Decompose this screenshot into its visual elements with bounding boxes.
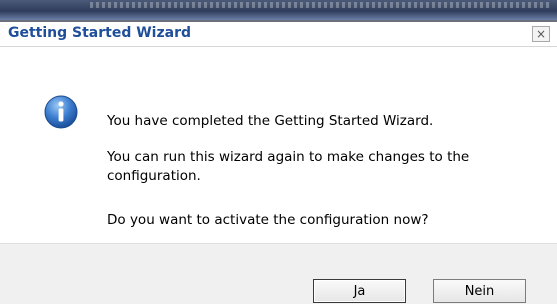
rerun-message-line-2: configuration.: [107, 168, 201, 184]
background-window-strip: [0, 0, 557, 20]
activate-question: Do you want to activate the configuratio…: [107, 212, 429, 228]
close-button[interactable]: ×: [532, 26, 550, 42]
dialog-content: You have completed the Getting Started W…: [0, 47, 557, 273]
button-bar: Ja Nein: [0, 243, 557, 304]
title-bar[interactable]: Getting Started Wizard ×: [0, 22, 557, 47]
yes-button[interactable]: Ja: [313, 279, 406, 303]
completion-message: You have completed the Getting Started W…: [107, 113, 434, 129]
rerun-message-line-1: You can run this wizard again to make ch…: [107, 149, 470, 165]
rerun-message: You can run this wizard again to make ch…: [107, 148, 469, 186]
close-icon: ×: [535, 27, 547, 41]
background-text: [90, 2, 550, 8]
no-button[interactable]: Nein: [433, 279, 526, 303]
info-icon: [44, 95, 78, 129]
wizard-dialog: Getting Started Wizard × You have comple…: [0, 22, 557, 304]
dialog-title: Getting Started Wizard: [8, 25, 192, 41]
